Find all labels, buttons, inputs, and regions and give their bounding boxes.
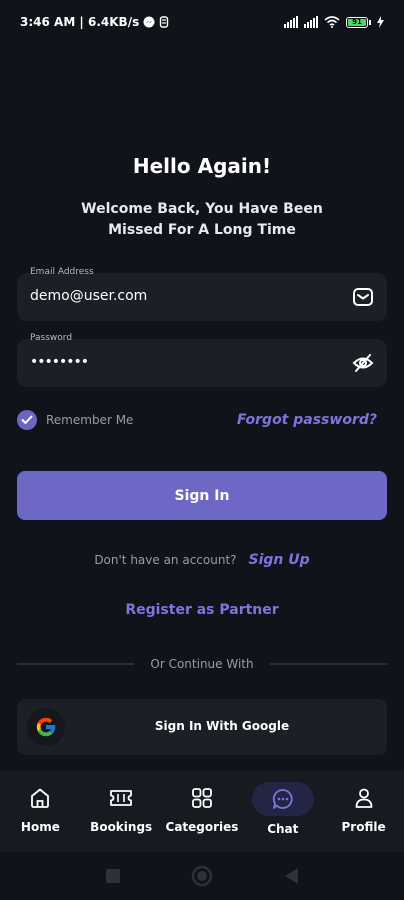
nav-home-label: Home — [20, 820, 60, 834]
home-button-icon[interactable] — [191, 865, 213, 887]
ticket-icon — [105, 782, 137, 814]
google-sign-in-button[interactable]: Sign In With Google — [17, 699, 387, 755]
divider-text: Or Continue With — [150, 657, 254, 671]
eye-off-icon[interactable] — [352, 352, 374, 374]
password-field[interactable]: Password •••••••• — [17, 333, 387, 387]
continue-divider: Or Continue With — [17, 657, 387, 671]
signal-icon — [284, 16, 298, 28]
divider-line-right — [269, 663, 387, 665]
messenger-icon — [143, 16, 155, 28]
mail-icon — [353, 288, 373, 306]
email-label: Email Address — [30, 267, 94, 277]
nav-bookings-label: Bookings — [90, 820, 153, 834]
wifi-icon — [324, 16, 340, 28]
grid-icon — [186, 782, 218, 814]
check-icon — [21, 415, 33, 424]
nav-bookings[interactable]: Bookings — [81, 782, 161, 834]
signup-prompt: Don't have an account? — [94, 553, 237, 567]
bottom-nav: Home Bookings Categories Chat Profile — [0, 770, 404, 852]
nav-home[interactable]: Home — [0, 782, 80, 834]
user-icon — [348, 782, 380, 814]
battery-icon: 91 — [346, 16, 371, 28]
nav-profile-label: Profile — [341, 820, 386, 834]
page-title: Hello Again! — [132, 154, 272, 178]
remember-label: Remember Me — [46, 413, 134, 427]
nav-chat[interactable]: Chat — [243, 782, 323, 836]
home-icon — [24, 782, 56, 814]
password-input[interactable]: •••••••• — [30, 354, 89, 370]
signup-row: Don't have an account? Sign Up — [0, 552, 404, 568]
google-sign-in-label: Sign In With Google — [154, 719, 290, 733]
email-input[interactable]: demo@user.com — [30, 288, 147, 304]
remember-checkbox[interactable] — [17, 410, 37, 430]
chat-icon — [251, 782, 314, 816]
status-time: 3:46 AM | 6.4KB/s — [20, 15, 140, 29]
forgot-password-link[interactable]: Forgot password? — [237, 412, 377, 428]
email-field[interactable]: Email Address demo@user.com — [17, 267, 387, 321]
back-icon[interactable] — [283, 867, 299, 885]
signal-icon-2 — [304, 16, 318, 28]
nav-profile[interactable]: Profile — [324, 782, 404, 834]
battery-level: 91 — [348, 18, 366, 26]
password-label: Password — [30, 333, 73, 343]
nav-categories-label: Categories — [165, 820, 239, 834]
sign-in-button[interactable]: Sign In — [17, 471, 387, 520]
sign-up-link[interactable]: Sign Up — [249, 552, 310, 568]
recents-icon[interactable] — [105, 868, 121, 884]
charging-icon — [377, 16, 384, 28]
nav-categories[interactable]: Categories — [162, 782, 242, 834]
register-partner-link[interactable]: Register as Partner — [0, 602, 404, 618]
page-subtitle: Welcome Back, You Have Been Missed For A… — [81, 201, 323, 238]
nav-chat-label: Chat — [267, 822, 299, 836]
notification-icon — [160, 16, 169, 28]
divider-line-left — [17, 663, 135, 665]
remember-me-toggle[interactable]: Remember Me — [17, 410, 133, 430]
status-bar: 3:46 AM | 6.4KB/s 91 — [0, 0, 404, 44]
system-nav-bar — [0, 852, 404, 900]
